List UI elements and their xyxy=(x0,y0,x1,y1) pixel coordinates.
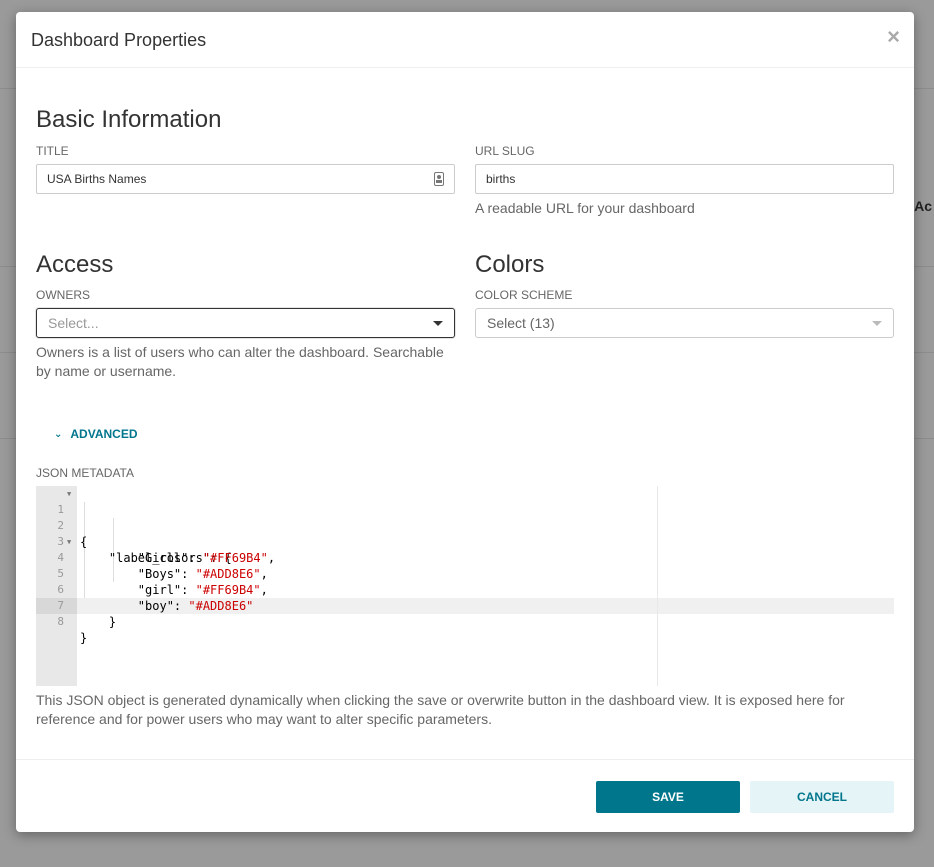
url-slug-help: A readable URL for your dashboard xyxy=(475,200,695,216)
editor-line: 5 "girl": "#FF69B4", xyxy=(36,550,894,597)
editor-line: 8 } xyxy=(36,598,894,645)
url-slug-input-value: births xyxy=(486,172,516,186)
dashboard-properties-modal: Dashboard Properties × Basic Information… xyxy=(16,12,914,832)
modal-header: Dashboard Properties × xyxy=(16,12,914,68)
json-metadata-editor[interactable]: 1 ▼ { 2 ▼ "label_colors": { 3 "Girls": "… xyxy=(36,486,894,686)
editor-line: 2 ▼ "label_colors": { xyxy=(36,502,894,565)
colors-heading: Colors xyxy=(475,251,545,278)
caret-down-icon[interactable] xyxy=(872,321,882,326)
editor-line: 6 "boy": "#ADD8E6" xyxy=(36,566,894,613)
caret-down-icon[interactable] xyxy=(433,321,443,326)
close-icon[interactable]: × xyxy=(887,25,900,49)
title-input-value: USA Births Names xyxy=(47,172,147,186)
url-slug-input[interactable]: births xyxy=(475,164,894,194)
background-column-header: Ac xyxy=(914,198,932,214)
color-scheme-select-value: Select (13) xyxy=(487,315,555,331)
owners-help: Owners is a list of users who can alter … xyxy=(36,344,444,379)
line-number: 8 xyxy=(57,615,64,628)
title-label: TITLE xyxy=(36,144,69,158)
owners-select-placeholder: Select... xyxy=(48,315,99,331)
advanced-toggle-label: ADVANCED xyxy=(70,427,138,441)
basic-information-heading: Basic Information xyxy=(36,106,222,133)
url-slug-label: URL SLUG xyxy=(475,144,535,158)
editor-line: 1 ▼ { xyxy=(36,486,894,549)
code-text: } xyxy=(80,615,117,629)
save-button[interactable]: SAVE xyxy=(596,781,740,813)
cancel-button[interactable]: CANCEL xyxy=(750,781,894,813)
chevron-down-icon: ⌄ xyxy=(54,428,63,440)
fold-arrow-icon[interactable]: ▼ xyxy=(67,486,71,502)
modal-title: Dashboard Properties xyxy=(31,30,207,50)
editor-line: 3 "Girls": "#FF69B4", xyxy=(36,518,894,565)
editor-line: 7 } xyxy=(36,582,894,629)
owners-label: OWNERS xyxy=(36,288,90,302)
color-scheme-label: COLOR SCHEME xyxy=(475,288,573,302)
json-metadata-help: This JSON object is generated dynamicall… xyxy=(36,692,845,727)
access-heading: Access xyxy=(36,251,114,278)
advanced-toggle[interactable]: ⌄ ADVANCED xyxy=(54,427,138,441)
title-input[interactable]: USA Births Names xyxy=(36,164,455,194)
code-text: } xyxy=(80,631,88,645)
color-scheme-select[interactable]: Select (13) xyxy=(475,308,894,338)
json-metadata-label: JSON METADATA xyxy=(36,466,135,480)
editor-line: 4 "Boys": "#ADD8E6", xyxy=(36,534,894,581)
modal-footer: SAVE CANCEL xyxy=(16,759,914,832)
contact-card-icon[interactable] xyxy=(434,172,444,186)
owners-select[interactable]: Select... xyxy=(36,308,455,338)
